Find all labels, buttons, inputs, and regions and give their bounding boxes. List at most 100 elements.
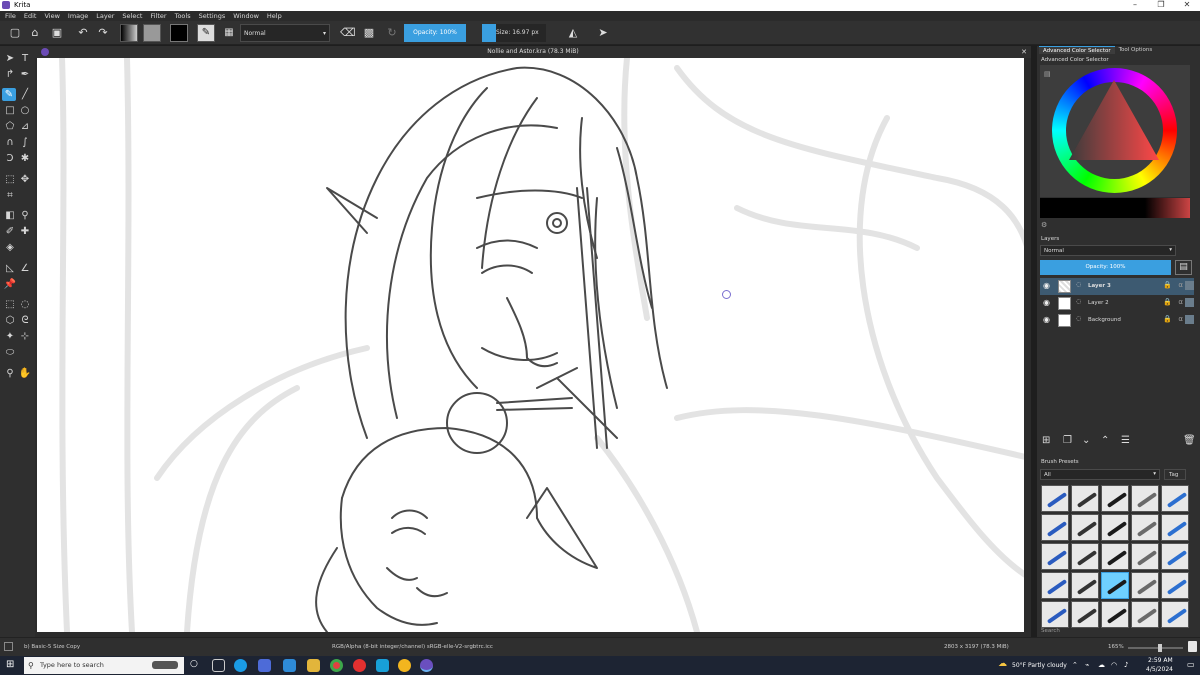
- duplicate-layer-icon[interactable]: ❐: [1063, 435, 1072, 446]
- brush-preset-thumbnail[interactable]: [1071, 514, 1099, 541]
- lock-icon[interactable]: 🔒: [1163, 315, 1172, 323]
- inherit-alpha-icon[interactable]: α: [1178, 315, 1183, 323]
- layer-row[interactable]: ◉ ◌ Background 🔒 α: [1040, 312, 1194, 329]
- elliptical-selection-icon[interactable]: ◌: [18, 298, 32, 311]
- brush-preset-thumbnail[interactable]: [1161, 485, 1189, 512]
- layer-blend-mode-select[interactable]: Normal ▾: [1040, 245, 1176, 256]
- brush-preset-thumbnail[interactable]: [1041, 543, 1069, 570]
- menu-filter[interactable]: Filter: [150, 12, 166, 20]
- skype-icon[interactable]: [376, 659, 389, 672]
- brush-preset-thumbnail[interactable]: [1041, 601, 1069, 628]
- close-window-button[interactable]: ✕: [1174, 0, 1200, 9]
- smart-patch-tool-icon[interactable]: ✚: [18, 225, 32, 238]
- menu-settings[interactable]: Settings: [199, 12, 226, 20]
- onion-skin-icon[interactable]: [1185, 315, 1194, 324]
- undo-icon[interactable]: ↶: [76, 26, 90, 40]
- layer-opacity-slider[interactable]: Opacity: 100%: [1040, 260, 1171, 275]
- move-tool-icon[interactable]: ✥: [18, 173, 32, 186]
- color-history-strip[interactable]: [1040, 198, 1190, 218]
- preserve-alpha-icon[interactable]: ▩: [362, 26, 376, 40]
- reload-preset-icon[interactable]: ↻: [385, 26, 399, 40]
- brush-preset-icon[interactable]: ✎: [197, 24, 215, 42]
- volume-icon[interactable]: ♪: [1124, 661, 1128, 669]
- menu-tools[interactable]: Tools: [175, 12, 191, 20]
- transform-tool-icon[interactable]: ⬚: [3, 173, 17, 186]
- polygon-tool-icon[interactable]: ⬠: [3, 120, 17, 133]
- lock-icon[interactable]: 🔒: [1163, 298, 1172, 306]
- bezier-tool-icon[interactable]: ∩: [3, 136, 17, 149]
- inherit-alpha-icon[interactable]: α: [1178, 298, 1183, 306]
- size-slider[interactable]: Size: 16.97 px: [482, 24, 546, 42]
- mail-icon[interactable]: [283, 659, 296, 672]
- similar-color-selection-icon[interactable]: ⊹: [18, 330, 32, 343]
- krita-taskbar-icon[interactable]: [420, 659, 433, 672]
- color-selector-settings-icon[interactable]: ▤: [1044, 70, 1051, 78]
- brush-preset-thumbnail[interactable]: [1101, 514, 1129, 541]
- opacity-slider[interactable]: Opacity: 100%: [404, 24, 466, 42]
- assistant-tool-icon[interactable]: ◺: [3, 262, 17, 275]
- brush-preset-thumbnail[interactable]: [1131, 601, 1159, 628]
- clock-time[interactable]: 2:59 AM: [1148, 657, 1173, 664]
- widgets-icon[interactable]: [212, 659, 225, 672]
- gradient-selector[interactable]: [120, 24, 138, 42]
- visibility-eye-icon[interactable]: ◉: [1043, 281, 1050, 290]
- bezier-selection-icon[interactable]: ⬭: [3, 346, 17, 359]
- onion-skin-icon[interactable]: [1185, 298, 1194, 307]
- alpha-lock-icon[interactable]: ◌: [1076, 315, 1081, 322]
- brush-preset-thumbnail[interactable]: [1161, 601, 1189, 628]
- brush-preset-thumbnail[interactable]: [1071, 543, 1099, 570]
- move-layer-up-icon[interactable]: ⌃: [1101, 435, 1109, 446]
- contiguous-selection-icon[interactable]: ✦: [3, 330, 17, 343]
- rectangle-tool-icon[interactable]: □: [3, 104, 17, 117]
- rectangular-selection-icon[interactable]: ⬚: [3, 298, 17, 311]
- notifications-icon[interactable]: ▭: [1187, 660, 1195, 669]
- brush-preset-thumbnail[interactable]: [1071, 485, 1099, 512]
- preset-filter-select[interactable]: All ▾: [1040, 469, 1160, 480]
- measure-tool-icon[interactable]: ∠: [18, 262, 32, 275]
- line-tool-icon[interactable]: ╱: [18, 88, 32, 101]
- tag-button[interactable]: Tag: [1164, 469, 1186, 480]
- menu-select[interactable]: Select: [122, 12, 142, 20]
- brush-preset-thumbnail[interactable]: [1071, 601, 1099, 628]
- zoom-slider-handle[interactable]: [1158, 644, 1162, 652]
- gradient-tool-icon[interactable]: ◧: [3, 209, 17, 222]
- layer-row[interactable]: ◉ ◌ Layer 3 🔒 α: [1040, 278, 1194, 295]
- close-document-icon[interactable]: ✕: [1021, 46, 1027, 58]
- brush-preset-thumbnail[interactable]: [1161, 572, 1189, 599]
- windows-start-icon[interactable]: ⊞: [6, 659, 14, 671]
- brush-preset-thumbnail[interactable]: [1131, 543, 1159, 570]
- task-view-icon[interactable]: ○: [190, 659, 198, 669]
- brush-preset-thumbnail[interactable]: [1131, 572, 1159, 599]
- brush-preset-thumbnail[interactable]: [1101, 601, 1129, 628]
- brush-preset-thumbnail[interactable]: [1041, 514, 1069, 541]
- fill-tool-icon[interactable]: ◈: [3, 241, 17, 254]
- dynamic-brush-tool-icon[interactable]: Ͻ: [3, 152, 17, 165]
- menu-help[interactable]: Help: [267, 12, 282, 20]
- move-layer-down-icon[interactable]: ⌄: [1082, 435, 1090, 446]
- menu-view[interactable]: View: [44, 12, 59, 20]
- foreground-color-swatch[interactable]: [170, 24, 188, 42]
- freehand-brush-tool-icon[interactable]: ✎: [2, 88, 16, 101]
- freehand-path-tool-icon[interactable]: ∫: [18, 136, 32, 149]
- menu-layer[interactable]: Layer: [96, 12, 114, 20]
- alpha-lock-icon[interactable]: ◌: [1076, 281, 1081, 288]
- drawing-canvas[interactable]: [37, 58, 1030, 632]
- select-shapes-tool-icon[interactable]: ➤: [3, 52, 17, 65]
- brush-preset-thumbnail[interactable]: [1071, 572, 1099, 599]
- menu-window[interactable]: Window: [233, 12, 259, 20]
- lock-icon[interactable]: 🔒: [1163, 281, 1172, 289]
- brush-preset-thumbnail[interactable]: [1041, 485, 1069, 512]
- maximize-button[interactable]: ❐: [1148, 0, 1174, 9]
- edit-shapes-tool-icon[interactable]: ↱: [3, 68, 17, 81]
- layer-properties-button-icon[interactable]: ☰: [1121, 435, 1130, 446]
- multibrush-tool-icon[interactable]: ✱: [18, 152, 32, 165]
- crop-tool-icon[interactable]: ⌗: [3, 189, 17, 202]
- menu-file[interactable]: File: [5, 12, 16, 20]
- wrap-around-icon[interactable]: ➤: [596, 26, 610, 40]
- weather-text[interactable]: 50°F Partly cloudy: [1012, 662, 1067, 669]
- mirror-horizontal-icon[interactable]: ◭: [566, 26, 580, 40]
- brush-preset-thumbnail[interactable]: [1131, 485, 1159, 512]
- freehand-selection-icon[interactable]: ᘓ: [18, 314, 32, 327]
- brush-preset-thumbnail[interactable]: [1041, 572, 1069, 599]
- zoom-tool-icon[interactable]: ⚲: [3, 367, 17, 380]
